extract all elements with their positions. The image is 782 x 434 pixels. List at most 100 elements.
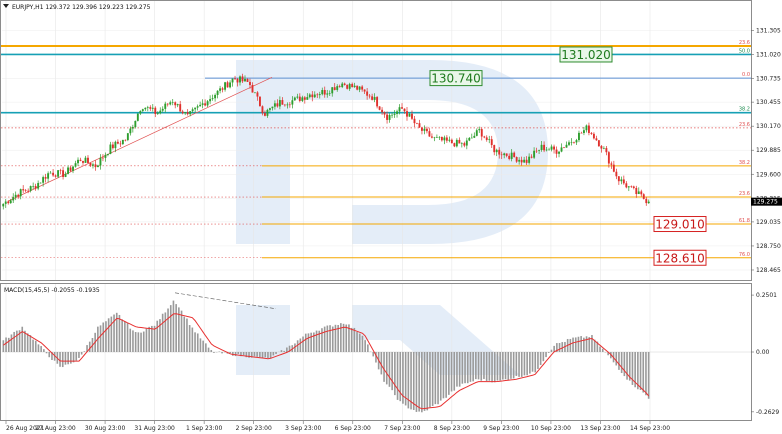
candle-body — [37, 183, 40, 189]
candle-body — [74, 163, 77, 167]
candle-body — [383, 112, 386, 115]
candle-body — [453, 143, 456, 147]
candle-body — [224, 82, 227, 90]
candle-body — [530, 156, 533, 158]
price-tick-label: 128.465 — [756, 267, 781, 274]
candle-body — [251, 85, 254, 93]
candle-body — [592, 133, 595, 139]
candle-body — [206, 101, 209, 106]
candle-body — [605, 148, 608, 153]
candle-body — [553, 146, 555, 150]
candle-body — [363, 89, 366, 92]
candle-body — [555, 149, 558, 154]
candle-body — [468, 137, 471, 141]
candle-body — [450, 139, 453, 144]
candle-body — [259, 96, 261, 107]
candle-body — [79, 159, 82, 161]
candle-body — [313, 94, 316, 98]
candle-body — [550, 146, 553, 150]
candle-body — [129, 128, 132, 134]
candle-body — [403, 108, 406, 112]
candle-body — [77, 159, 79, 164]
time-axis: 26 Aug 202127 Aug 23:00 30 Aug 23:00 31 Au… — [5, 421, 670, 432]
candle-body — [425, 128, 428, 132]
candle-body — [435, 137, 438, 138]
candle-body — [515, 157, 518, 162]
candle-body — [4, 201, 7, 204]
candle-body — [7, 201, 10, 204]
candle-body — [42, 177, 45, 183]
candle-body — [84, 157, 87, 163]
candle-body — [543, 144, 546, 151]
candle-body — [610, 163, 613, 165]
symbol-info: EURJPY,H1 129.372 129.396 129.223 129.27… — [12, 4, 151, 11]
candle-body — [229, 82, 231, 88]
candle-body — [578, 132, 580, 141]
candle-body — [126, 133, 129, 141]
candle-body — [602, 148, 605, 149]
candle-body — [72, 166, 74, 171]
candle-body — [119, 143, 122, 145]
macd-tick-label: 0.2501 — [756, 292, 777, 299]
candle-body — [470, 137, 473, 139]
candle-body — [575, 140, 578, 143]
candle-body — [632, 186, 635, 189]
candle-body — [607, 152, 610, 164]
candle-body — [493, 145, 496, 153]
time-tick-label: 9 Sep 23:00 — [483, 425, 519, 432]
candle-body — [630, 186, 633, 187]
candle-body — [241, 76, 244, 82]
candle-body — [570, 142, 573, 143]
candle-body — [540, 144, 543, 150]
candle-body — [523, 159, 526, 163]
candle-body — [548, 149, 551, 151]
candle-body — [525, 159, 528, 163]
candle-body — [303, 97, 306, 100]
candle-body — [234, 78, 236, 80]
chart-canvas[interactable]: 23.6 50.0 0.0 38.2 23.6 38.2 23.6 61.8 76.0 131.… — [0, 0, 782, 434]
candle-body — [169, 102, 172, 105]
candle-body — [326, 93, 329, 95]
time-tick-label: 6 Sep 23:00 — [335, 425, 371, 432]
candle-body — [101, 157, 104, 159]
candle-body — [181, 111, 184, 114]
candle-body — [465, 140, 468, 146]
candle-body — [134, 120, 137, 128]
candle-body — [106, 153, 109, 155]
candle-body — [179, 104, 182, 112]
candle-body — [52, 172, 55, 176]
macd-axis: 0.2501 0.00 -0.2629 — [751, 292, 779, 416]
candle-body — [321, 90, 324, 95]
price-tick-label: 130.170 — [756, 123, 781, 130]
candle-body — [356, 85, 359, 90]
candle-body — [293, 97, 296, 101]
candle-body — [413, 118, 416, 124]
candle-body — [22, 189, 25, 191]
candle-body — [585, 125, 588, 131]
candle-body — [111, 144, 114, 149]
candle-body — [17, 194, 20, 197]
candle-body — [268, 108, 271, 110]
time-tick-label: 3 Sep 23:00 — [285, 425, 321, 432]
candle-body — [583, 130, 585, 133]
candle-body — [59, 170, 62, 171]
candle-body — [39, 182, 42, 184]
candle-body — [458, 139, 461, 144]
candle-body — [535, 150, 538, 152]
candle-body — [518, 159, 521, 162]
candle-body — [396, 111, 398, 114]
candle-body — [328, 93, 331, 94]
candle-body — [67, 167, 69, 174]
candle-body — [346, 84, 349, 89]
candle-body — [373, 97, 376, 100]
candle-body — [99, 157, 102, 166]
candle-body — [136, 113, 139, 121]
candle-body — [139, 110, 142, 114]
candle-body — [333, 87, 336, 90]
price-callout-label: 131.020 — [561, 48, 611, 62]
fib-level-label: 50.0 — [739, 48, 750, 54]
candle-body — [89, 162, 92, 166]
candle-body — [617, 176, 620, 182]
candle-body — [184, 112, 187, 114]
candle-body — [116, 141, 119, 144]
